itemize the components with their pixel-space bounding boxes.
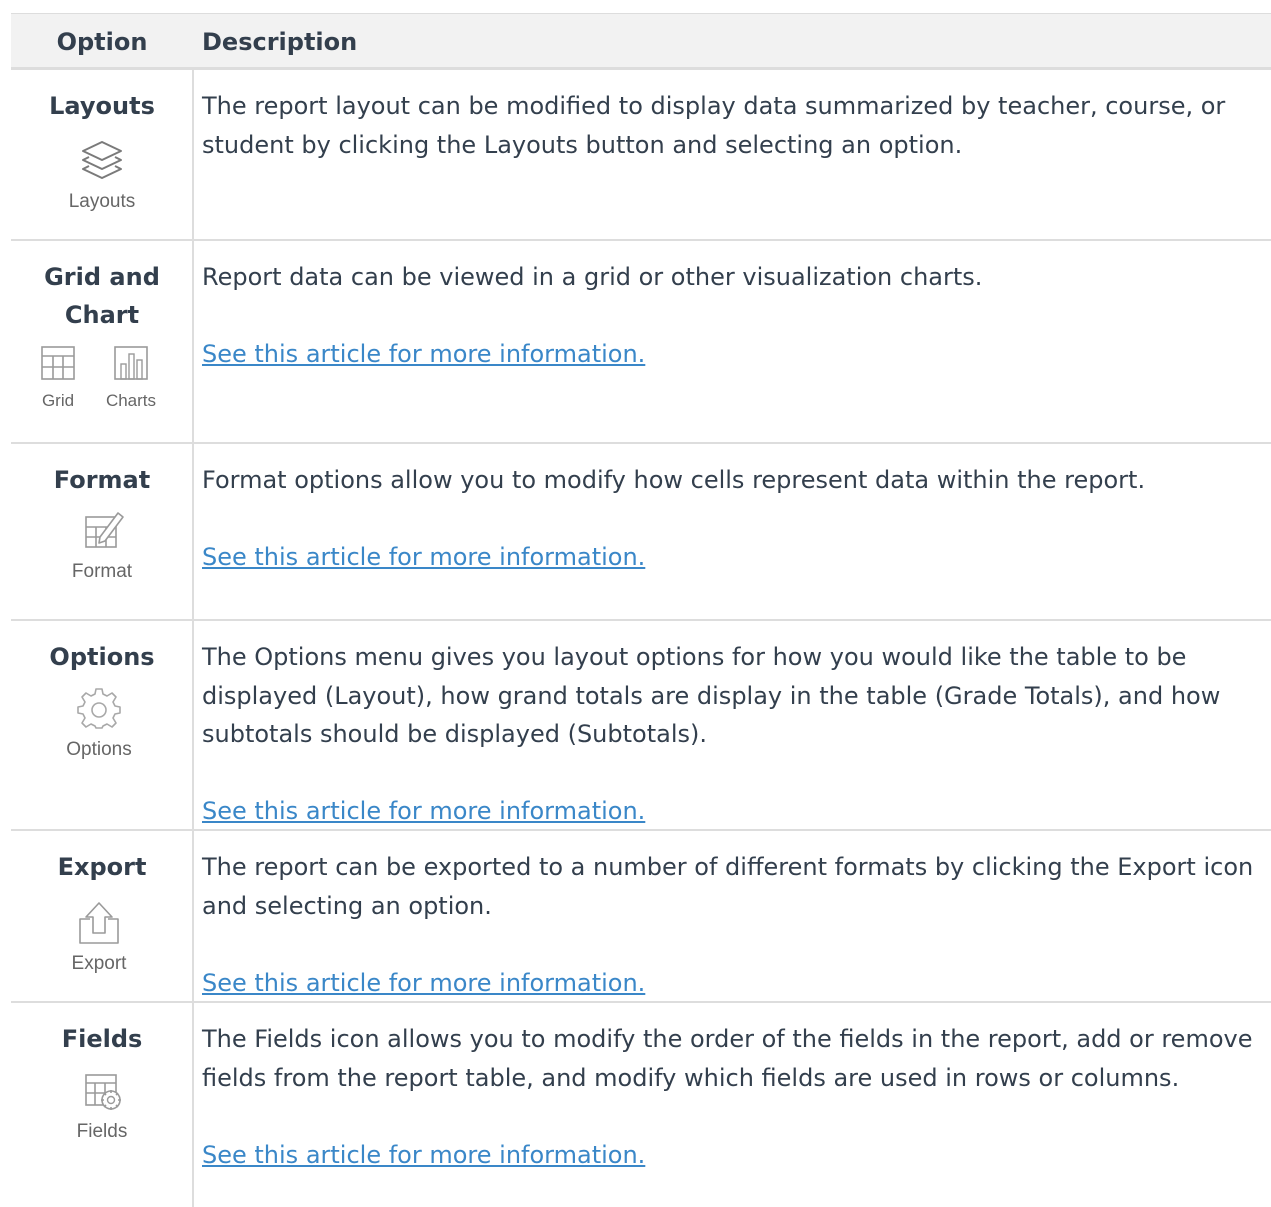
bar-chart-icon xyxy=(114,346,148,380)
description-text: The Fields icon allows you to modify the… xyxy=(202,1025,1253,1092)
option-name: Grid and Chart xyxy=(44,263,160,329)
option-name: Options xyxy=(49,643,155,671)
option-description: The Fields icon allows you to modify the… xyxy=(202,1020,1270,1174)
charts-button: Charts xyxy=(101,344,161,411)
format-button: Format xyxy=(51,507,153,583)
option-name: Export xyxy=(57,853,147,881)
option-description: Report data can be viewed in a grid or o… xyxy=(202,258,1270,374)
table-row-fields: Fields Fields The Fields icon allows you… xyxy=(11,1003,1271,1207)
fields-button: Fields xyxy=(51,1069,153,1143)
more-info-link[interactable]: See this article for more information. xyxy=(202,340,645,368)
option-description: Format options allow you to modify how c… xyxy=(202,461,1270,577)
charts-icon-label: Charts xyxy=(105,391,157,410)
more-info-link[interactable]: See this article for more information. xyxy=(202,797,645,825)
more-info-link[interactable]: See this article for more information. xyxy=(202,1141,645,1169)
more-info-link[interactable]: See this article for more information. xyxy=(202,543,645,571)
export-icon-label: Export xyxy=(71,953,127,974)
table-row-format: Format Format Format options allow you t… xyxy=(11,444,1271,621)
format-table-pencil-icon xyxy=(85,512,124,548)
description-text: The report layout can be modified to dis… xyxy=(202,92,1226,159)
options-icon-label: Options xyxy=(66,739,132,760)
option-description: The Options menu gives you layout option… xyxy=(202,638,1270,831)
header-option: Option xyxy=(56,28,148,56)
option-description: The report layout can be modified to dis… xyxy=(202,87,1270,164)
fields-table-gear-icon xyxy=(85,1074,121,1110)
table-header: Option Description xyxy=(11,13,1271,70)
table-row-options: Options Options The Options menu gives y… xyxy=(11,621,1271,831)
grid-icon xyxy=(41,346,75,380)
export-button: Export xyxy=(48,899,150,975)
description-text: Format options allow you to modify how c… xyxy=(202,466,1146,494)
table-row-export: Export Export The report can be exported… xyxy=(11,831,1271,1003)
option-description: The report can be exported to a number o… xyxy=(202,848,1270,1002)
layouts-icon-label: Layouts xyxy=(68,191,136,212)
layouts-button: Layouts xyxy=(51,139,153,213)
header-description: Description xyxy=(202,28,358,56)
description-text: Report data can be viewed in a grid or o… xyxy=(202,263,983,291)
grid-button: Grid xyxy=(33,344,83,411)
format-icon-label: Format xyxy=(71,561,133,582)
table-row-layouts: Layouts Layouts The report layout can be… xyxy=(11,70,1271,241)
description-text: The report can be exported to a number o… xyxy=(202,853,1254,920)
table-row-grid-and-chart: Grid and Chart Grid Charts Report data c… xyxy=(11,241,1271,444)
description-text: The Options menu gives you layout option… xyxy=(202,643,1221,748)
more-info-link[interactable]: See this article for more information. xyxy=(202,969,645,997)
option-name: Format xyxy=(53,466,151,494)
gear-icon xyxy=(77,688,121,729)
options-button: Options xyxy=(48,687,150,761)
layers-icon xyxy=(82,141,122,179)
fields-icon-label: Fields xyxy=(76,1121,128,1142)
option-name: Fields xyxy=(61,1025,143,1053)
grid-icon-label: Grid xyxy=(41,391,75,410)
export-icon xyxy=(79,902,119,944)
option-name: Layouts xyxy=(49,92,155,120)
